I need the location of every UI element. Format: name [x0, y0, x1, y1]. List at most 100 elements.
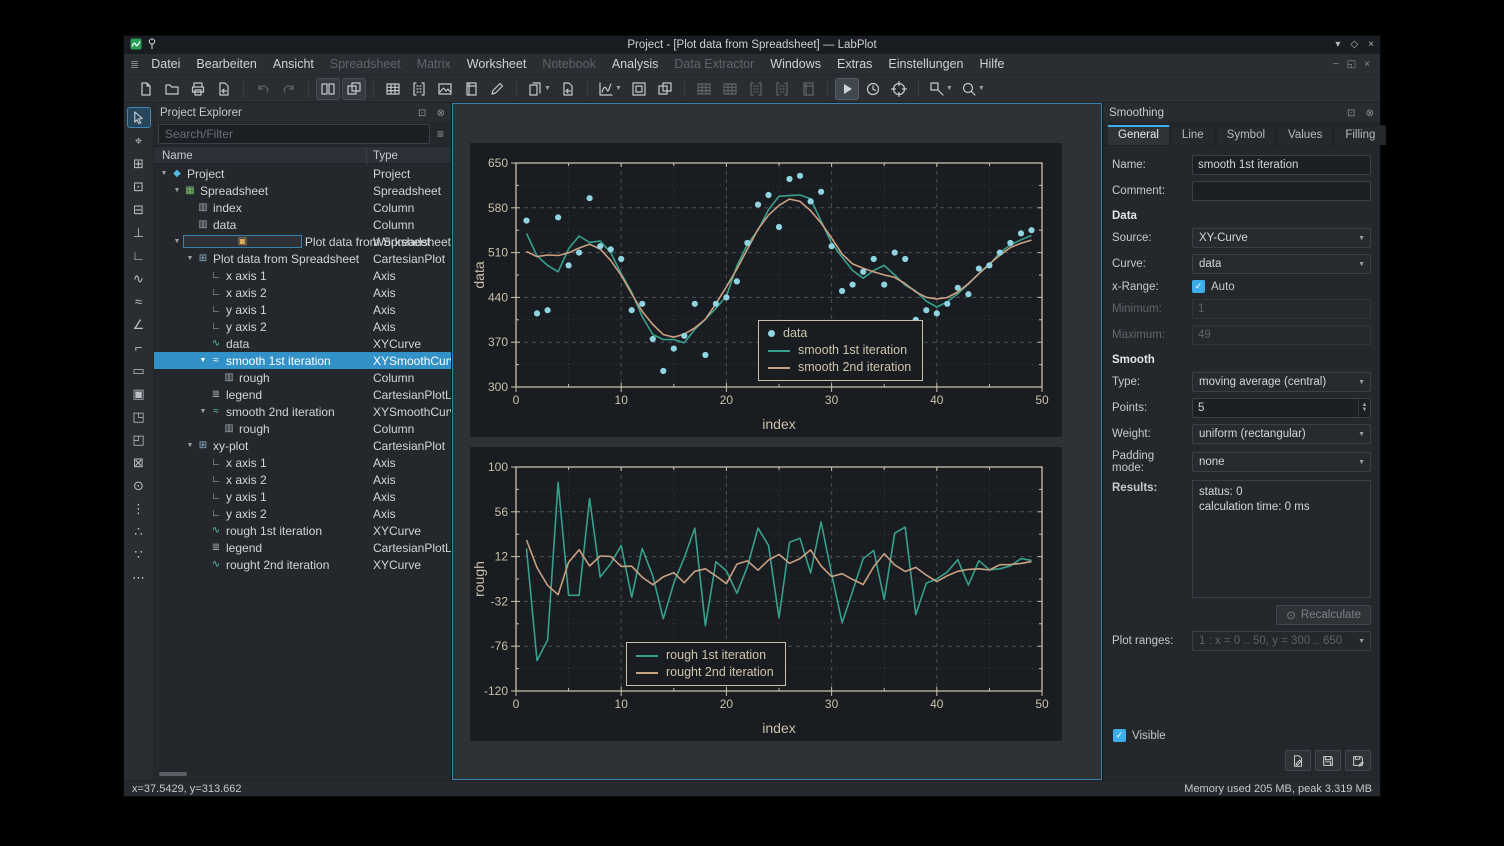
- float-dock-icon[interactable]: ⊡: [1347, 108, 1355, 119]
- crosshair-cursor-tool[interactable]: ⌖: [127, 130, 151, 151]
- overflow-tool[interactable]: ⋯: [127, 567, 151, 588]
- tree-row-spreadsheet-spreadsheet[interactable]: ▼▦SpreadsheetSpreadsheet: [154, 182, 451, 199]
- float-panel-icon[interactable]: ⊡: [418, 108, 426, 119]
- tree-row-rought-2nd-iteration-xycurve[interactable]: ∿rought 2nd iterationXYCurve: [154, 556, 451, 573]
- menu-bearbeiten[interactable]: Bearbeiten: [188, 56, 264, 72]
- tree-row-rough-1st-iteration-xycurve[interactable]: ∿rough 1st iterationXYCurve: [154, 522, 451, 539]
- expand-arrow-icon[interactable]: ▼: [171, 187, 183, 194]
- cascade-windows-button[interactable]: [342, 78, 366, 100]
- visible-checkbox[interactable]: ✓: [1113, 729, 1126, 742]
- tab-values[interactable]: Values: [1277, 125, 1333, 145]
- layout-horizontal-tool[interactable]: ◰: [127, 429, 151, 450]
- search-input[interactable]: [158, 124, 430, 144]
- tab-filling[interactable]: Filling: [1334, 125, 1386, 145]
- tree-row-legend-cartesianplotlegend[interactable]: ≣legendCartesianPlotLegend: [154, 386, 451, 403]
- expand-arrow-icon[interactable]: ▼: [158, 170, 170, 177]
- save-button[interactable]: [1315, 750, 1341, 771]
- child-close-button[interactable]: ×: [1364, 59, 1370, 70]
- close-button[interactable]: ×: [1368, 36, 1374, 54]
- padding-mode-select[interactable]: none ▼: [1192, 452, 1371, 472]
- points-field[interactable]: [1192, 398, 1371, 418]
- expand-arrow-icon[interactable]: ▼: [197, 357, 209, 364]
- column-header-type[interactable]: Type: [366, 147, 451, 165]
- menu-ansicht[interactable]: Ansicht: [265, 56, 322, 72]
- weight-select[interactable]: uniform (rectangular) ▼: [1192, 424, 1371, 444]
- align-tool[interactable]: ∴: [127, 521, 151, 542]
- scrollbar-thumb[interactable]: [159, 772, 187, 776]
- new-plot-button[interactable]: ▼: [595, 78, 625, 100]
- new-notebook-button[interactable]: [459, 78, 483, 100]
- add-angle-tool[interactable]: ∠: [127, 314, 151, 335]
- save-as-button[interactable]: [1345, 750, 1371, 771]
- plot-area-rough[interactable]: 01020304050-120-76-321256100indexroughro…: [470, 447, 1062, 741]
- menu-datei[interactable]: Datei: [143, 56, 188, 72]
- zoom-in-tool[interactable]: ⊡: [127, 176, 151, 197]
- history-button[interactable]: [861, 78, 885, 100]
- tree-row-xy-plot-cartesianplot[interactable]: ▼⊞xy-plotCartesianPlot: [154, 437, 451, 454]
- tree-row-rough-column[interactable]: ▥roughColumn: [154, 369, 451, 386]
- child-minimize-button[interactable]: −: [1333, 59, 1339, 70]
- fit-to-selection-button[interactable]: [653, 78, 677, 100]
- tree-row-x-axis-2-axis[interactable]: ∟x axis 2Axis: [154, 284, 451, 301]
- tree-row-y-axis-2-axis[interactable]: ∟y axis 2Axis: [154, 318, 451, 335]
- shade-button[interactable]: ▾: [1335, 36, 1340, 54]
- new-matrix-button[interactable]: [407, 78, 431, 100]
- titlebar[interactable]: Project - [Plot data from Spreadsheet] —…: [124, 36, 1380, 54]
- new-datapicker-button[interactable]: [485, 78, 509, 100]
- draw-axis-tool[interactable]: ∟: [127, 245, 151, 266]
- print-button[interactable]: [186, 78, 210, 100]
- expand-arrow-icon[interactable]: ▼: [197, 408, 209, 415]
- add-image-tool[interactable]: ▣: [127, 383, 151, 404]
- snap-tool[interactable]: ⊙: [127, 475, 151, 496]
- menu-hilfe[interactable]: Hilfe: [971, 56, 1012, 72]
- project-explorer-header[interactable]: Project Explorer ⊡ ⊗: [154, 103, 451, 122]
- distribute-tool[interactable]: ∵: [127, 544, 151, 565]
- tree-row-x-axis-1-axis[interactable]: ∟x axis 1Axis: [154, 267, 451, 284]
- tree-row-data-column[interactable]: ▥dataColumn: [154, 216, 451, 233]
- open-project-button[interactable]: [160, 78, 184, 100]
- tab-general[interactable]: General: [1107, 125, 1170, 145]
- print-preview-button[interactable]: [212, 78, 236, 100]
- recalculate-button[interactable]: ⊙ Recalculate: [1276, 605, 1371, 625]
- legend-plot-2[interactable]: rough 1st iterationrought 2nd iteration: [626, 642, 786, 686]
- tree-row-y-axis-1-axis[interactable]: ∟y axis 1Axis: [154, 488, 451, 505]
- points-stepper[interactable]: ▲▼: [1192, 398, 1371, 418]
- menu-windows[interactable]: Windows: [762, 56, 829, 72]
- stepper-arrows-icon[interactable]: ▲▼: [1358, 399, 1370, 417]
- new-worksheet-button[interactable]: [433, 78, 457, 100]
- export-button[interactable]: [1285, 750, 1311, 771]
- new-project-button[interactable]: [134, 78, 158, 100]
- zoom-region-tool[interactable]: ⊞: [127, 153, 151, 174]
- fit-to-page-button[interactable]: [627, 78, 651, 100]
- column-header-name[interactable]: Name: [162, 147, 193, 165]
- add-textbox-tool[interactable]: ▭: [127, 360, 151, 381]
- pin-icon[interactable]: [147, 38, 157, 53]
- tree-row-plot-data-from-spreadsheet-worksheet[interactable]: ▼▣Plot data from SpreadsheetWorksheet: [154, 233, 451, 250]
- menubar-app-icon[interactable]: ≣: [130, 58, 139, 71]
- tree-row-project-project[interactable]: ▼◆ProjectProject: [154, 165, 451, 182]
- name-field[interactable]: [1192, 155, 1371, 175]
- tree-row-index-column[interactable]: ▥indexColumn: [154, 199, 451, 216]
- tree-row-plot-data-from-spreadsheet-cartesianplot[interactable]: ▼⊞Plot data from SpreadsheetCartesianPlo…: [154, 250, 451, 267]
- tree-row-x-axis-2-axis[interactable]: ∟x axis 2Axis: [154, 471, 451, 488]
- new-workbook-button[interactable]: ▼: [524, 78, 554, 100]
- tree-row-x-axis-1-axis[interactable]: ∟x axis 1Axis: [154, 454, 451, 471]
- tree-row-smooth-2nd-iteration-xysmoothcurve[interactable]: ▼≈smooth 2nd iterationXYSmoothCurve: [154, 403, 451, 420]
- zoom-out-tool[interactable]: ⊟: [127, 199, 151, 220]
- add-legend-tool[interactable]: ⌐: [127, 337, 151, 358]
- new-spreadsheet-button[interactable]: [381, 78, 405, 100]
- navigate-button[interactable]: [835, 78, 859, 100]
- tree-row-y-axis-2-axis[interactable]: ∟y axis 2Axis: [154, 505, 451, 522]
- cursor-crosshair-button[interactable]: [887, 78, 911, 100]
- comment-field[interactable]: [1192, 181, 1371, 201]
- smoothing-dock-header[interactable]: Smoothing ⊡ ⊗: [1103, 103, 1380, 122]
- zoom-mode-button[interactable]: ▼: [926, 78, 956, 100]
- menu-analysis[interactable]: Analysis: [604, 56, 667, 72]
- type-select[interactable]: moving average (central) ▼: [1192, 372, 1371, 392]
- horizontal-scrollbar[interactable]: [157, 770, 448, 778]
- close-dock-icon[interactable]: ⊗: [1366, 108, 1374, 119]
- expand-arrow-icon[interactable]: ▼: [171, 238, 183, 245]
- add-axis-tool[interactable]: ⊥: [127, 222, 151, 243]
- child-restore-button[interactable]: ◱: [1347, 59, 1356, 70]
- add-curve-tool[interactable]: ∿: [127, 268, 151, 289]
